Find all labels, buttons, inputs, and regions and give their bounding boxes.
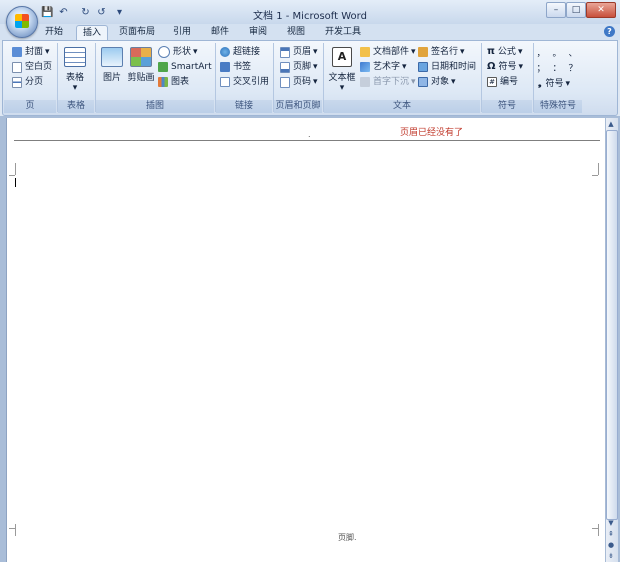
close-button[interactable]: ✕ [586, 2, 616, 18]
group-label-links: 链接 [216, 100, 272, 113]
clipart-button[interactable]: 剪贴画 [126, 47, 156, 83]
equation-button[interactable]: π 公式 ▾ [487, 45, 522, 59]
cross-reference-icon [220, 77, 230, 87]
footer-label: 页脚. [338, 533, 357, 542]
signature-line-button[interactable]: 签名行 ▾ [418, 45, 465, 59]
table-icon [64, 47, 86, 67]
clipart-icon [130, 47, 152, 67]
group-label-special-symbols: 特殊符号 [534, 100, 582, 113]
shapes-button[interactable]: 形状 ▾ [158, 45, 198, 59]
date-time-button[interactable]: 日期和时间 [418, 60, 476, 74]
hyperlink-icon [220, 47, 230, 57]
header-button[interactable]: 页眉 ▾ [280, 45, 318, 59]
special-char-colon[interactable]: ： [552, 62, 562, 76]
special-char-dun[interactable]: 、 [568, 47, 578, 61]
drop-cap-icon [360, 77, 370, 87]
cross-reference-button[interactable]: 交叉引用 [220, 75, 269, 89]
tab-developer[interactable]: 开发工具 [318, 25, 368, 40]
header-paragraph-mark: . [308, 130, 311, 139]
group-label-pages: 页 [4, 100, 56, 113]
special-char-period[interactable]: 。 [552, 47, 562, 61]
chart-button[interactable]: 图表 [158, 75, 189, 89]
textbox-icon: A [332, 47, 352, 67]
group-label-text: 文本 [324, 100, 480, 113]
smartart-icon [158, 62, 168, 72]
header-icon [280, 46, 290, 58]
cover-page-icon [12, 47, 22, 57]
header-note: 页眉已经没有了 [400, 128, 464, 138]
margin-crop-mark [592, 175, 598, 182]
special-symbol-button[interactable]: ❟ 符号 ▾ [538, 77, 570, 91]
pi-icon: π [487, 46, 495, 57]
margin-crop-mark [598, 163, 605, 175]
drop-cap-button[interactable]: 首字下沉 ▾ [360, 75, 416, 89]
numbering-icon: # [487, 77, 497, 87]
bookmark-icon [220, 62, 230, 72]
help-icon[interactable]: ? [604, 26, 615, 37]
group-label-header-footer: 页眉和页脚 [274, 100, 322, 113]
maximize-button[interactable]: □ [566, 2, 586, 18]
hyperlink-button[interactable]: 超链接 [220, 45, 260, 59]
tab-view[interactable]: 视图 [280, 25, 312, 40]
office-logo-icon [15, 14, 29, 28]
chart-icon [158, 77, 168, 87]
bookmark-button[interactable]: 书签 [220, 60, 251, 74]
shapes-icon [158, 46, 170, 58]
document-page[interactable] [6, 118, 605, 562]
tab-review[interactable]: 审阅 [242, 25, 274, 40]
special-char-question[interactable]: ？ [568, 62, 578, 76]
table-button[interactable]: 表格 ▾ [60, 47, 90, 93]
page-number-icon [280, 76, 290, 88]
window-title: 文档 1 - Microsoft Word [253, 11, 367, 22]
quick-parts-icon [360, 47, 370, 57]
tab-home[interactable]: 开始 [38, 25, 70, 40]
wordart-icon [360, 62, 370, 72]
tab-references[interactable]: 引用 [166, 25, 198, 40]
browse-object-icon[interactable]: ● [606, 540, 616, 550]
footer-button[interactable]: 页脚 ▾ [280, 60, 318, 74]
blank-page-button[interactable]: 空白页 [12, 60, 52, 74]
margin-crop-mark [9, 524, 16, 536]
office-button[interactable] [6, 6, 38, 38]
object-button[interactable]: 对象 ▾ [418, 75, 456, 89]
picture-icon [101, 47, 123, 67]
group-label-tables: 表格 [58, 100, 94, 113]
group-label-symbols: 符号 [482, 100, 532, 113]
tab-mailings[interactable]: 邮件 [204, 25, 236, 40]
special-char-semicolon[interactable]: ； [536, 62, 546, 76]
page-break-icon [12, 76, 22, 88]
margin-crop-mark [598, 524, 605, 536]
omega-icon: Ω [487, 61, 496, 72]
textbox-button[interactable]: A 文本框 ▾ [327, 47, 357, 93]
next-page-icon[interactable]: ⇟ [606, 551, 616, 561]
quick-parts-button[interactable]: 文档部件 ▾ [360, 45, 416, 59]
cover-page-button[interactable]: 封面 ▾ [12, 45, 50, 59]
date-time-icon [418, 62, 428, 72]
minimize-button[interactable]: – [546, 2, 566, 18]
special-char-comma[interactable]: ， [536, 47, 546, 61]
previous-page-icon[interactable]: ⇞ [606, 529, 616, 539]
scroll-up-icon[interactable]: ▲ [606, 119, 616, 129]
numbering-button[interactable]: # 编号 [487, 75, 518, 89]
object-icon [418, 77, 428, 87]
wordart-button[interactable]: 艺术字 ▾ [360, 60, 407, 74]
tab-page-layout[interactable]: 页面布局 [112, 25, 162, 40]
picture-button[interactable]: 图片 [98, 47, 126, 83]
header-border-line [14, 140, 600, 141]
smartart-button[interactable]: SmartArt [158, 60, 212, 74]
signature-line-icon [418, 47, 428, 57]
text-cursor [15, 178, 16, 187]
group-label-illustrations: 插图 [96, 100, 214, 113]
blank-page-icon [12, 61, 22, 73]
footer-icon [280, 61, 290, 73]
scrollbar-thumb[interactable] [606, 130, 618, 520]
margin-crop-mark [9, 163, 16, 175]
special-symbol-icon: ❟ [538, 79, 542, 89]
scroll-down-icon[interactable]: ▼ [606, 518, 616, 528]
page-break-button[interactable]: 分页 [12, 75, 43, 89]
symbol-button[interactable]: Ω 符号 ▾ [487, 60, 523, 74]
page-number-button[interactable]: 页码 ▾ [280, 75, 318, 89]
